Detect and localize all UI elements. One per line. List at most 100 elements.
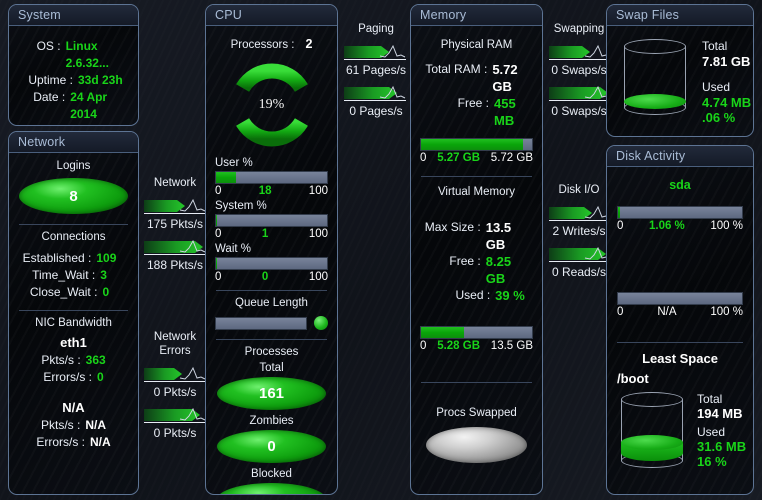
network-errors-meter-column: Network Errors 0 Pkts/s 0 Pkts/s — [144, 330, 206, 440]
meter-label: 0 Pkts/s — [153, 426, 197, 440]
least-total-label: Total — [697, 392, 723, 406]
nic-name: N/A — [62, 400, 85, 415]
least-space-body: Total 194 MB Used 31.6 MB 16 % — [607, 386, 753, 469]
meter-graph — [344, 44, 406, 60]
least-used-label: Used — [697, 425, 726, 439]
disk-bar-scale: 0 1.06 % 100 % — [617, 220, 743, 232]
memory-row-value: 455 MB — [493, 96, 516, 128]
physical-ram-label: Physical RAM — [440, 39, 513, 51]
cylinder-top — [621, 392, 683, 407]
cpu-bar-label: User % — [215, 157, 253, 169]
cpu-bar — [215, 257, 328, 270]
panel-swap-files-title: Swap Files — [607, 5, 753, 26]
process-stat-label: Zombies — [249, 415, 294, 427]
connections-label: Connections — [41, 231, 106, 243]
meter — [549, 40, 611, 64]
memory-row: Free : 455 MB — [417, 95, 536, 129]
disk-io-title: Disk I/O — [558, 184, 600, 196]
panel-network-title: Network — [9, 132, 138, 153]
memory-row-key: Max Size : — [424, 220, 481, 234]
network-meter-list: 175 Pkts/s 188 Pkts/s — [144, 194, 206, 272]
scale-min: 0 — [420, 340, 427, 352]
cpu-bar-scale: 0 18 100 — [215, 185, 328, 197]
panel-cpu-title: CPU — [206, 5, 337, 26]
panel-system-title: System — [9, 5, 138, 26]
process-stat-label: Total — [259, 362, 284, 374]
panel-swap-files[interactable]: Swap Files Total 7.81 GB Used 4.74 MB .0… — [606, 4, 754, 137]
physical-ram-bar-fill — [421, 139, 524, 150]
meter-arrow — [144, 368, 182, 380]
cpu-bar-scale: 0 1 100 — [215, 228, 328, 240]
cpu-bar-group: System % 0 1 100 — [215, 200, 328, 240]
panel-cpu[interactable]: CPU Processors : 2 19% User % 0 18 100 S… — [205, 4, 338, 495]
meter-graph — [549, 44, 611, 60]
connection-value: 0 — [102, 285, 110, 299]
divider — [216, 339, 327, 340]
virtual-memory-scale: 0 5.28 GB 13.5 GB — [420, 340, 533, 352]
connection-row: Time_Wait : 3 — [9, 267, 130, 284]
least-space-readout: Total 194 MB Used 31.6 MB 16 % — [697, 392, 746, 469]
system-row-value: Linux 2.6.32... — [65, 39, 109, 70]
procs-swapped-label: Procs Swapped — [436, 407, 517, 419]
divider — [421, 176, 532, 177]
memory-row: Free : 8.25 GB — [419, 253, 534, 287]
meter — [144, 235, 206, 259]
memory-row-value: 8.25 GB — [485, 254, 512, 286]
nic-errors-label: Errors/s : — [36, 435, 85, 449]
scale-mid: 18 — [258, 185, 272, 197]
disk-io-meter-column: Disk I/O 2 Writes/s 0 Reads/s — [549, 183, 611, 279]
meter-arrow — [549, 46, 590, 58]
connection-row: Established : 109 — [9, 250, 130, 267]
process-stat: Zombies 0 — [217, 415, 326, 463]
queue-length-indicator-led — [314, 316, 328, 330]
panel-disk-activity[interactable]: Disk Activity sda 0 1.06 % 100 % 0 N/A 1… — [606, 145, 754, 495]
least-total-value: 194 MB — [697, 406, 743, 421]
panel-disk-activity-body: sda 0 1.06 % 100 % 0 N/A 100 % Least Spa… — [607, 178, 753, 494]
scale-min: 0 — [617, 306, 624, 318]
virtual-memory-info: Max Size : 13.5 GB Free : 8.25 GB Used :… — [411, 219, 542, 304]
meter-label: 0 Pkts/s — [153, 385, 197, 399]
nic-pkts-row: Pkts/s : N/A — [9, 417, 138, 434]
meter — [344, 81, 408, 105]
network-meter-column: Network 175 Pkts/s 188 Pkts/s — [144, 176, 206, 272]
procs-swapped-indicator — [426, 427, 527, 463]
connection-value: 109 — [96, 251, 117, 265]
least-space-title: Least Space — [642, 351, 718, 366]
memory-row-value: 13.5 GB — [485, 220, 512, 252]
cpu-bar — [215, 171, 328, 184]
nic-errors-row: Errors/s : N/A — [9, 434, 138, 451]
memory-row-key: Total RAM : — [425, 62, 488, 76]
nic-pkts-label: Pkts/s : — [41, 353, 81, 367]
scale-max: 100 — [308, 271, 328, 283]
meter — [144, 403, 206, 427]
panel-system[interactable]: System OS : Linux 2.6.32... Uptime : 33d… — [8, 4, 139, 126]
physical-ram-scale: 0 5.27 GB 5.72 GB — [420, 152, 533, 164]
meter-graph — [344, 85, 406, 101]
panel-memory-body: Physical RAM Total RAM : 5.72 GB Free : … — [411, 39, 542, 494]
system-row-key: Time : — [9, 123, 62, 125]
divider — [19, 224, 128, 225]
meter-graph — [549, 205, 611, 221]
scale-max: 5.72 GB — [490, 152, 533, 164]
panel-cpu-body: Processors : 2 19% User % 0 18 100 Syste… — [206, 37, 337, 494]
paging-meter-column: Paging 61 Pages/s 0 Pages/s — [344, 22, 408, 118]
system-row-key: Uptime : — [28, 73, 73, 87]
physical-ram-bar-wrap: 0 5.27 GB 5.72 GB — [411, 138, 542, 164]
panel-network[interactable]: Network Logins 8 Connections Established… — [8, 131, 139, 495]
memory-row-key: Used : — [455, 288, 491, 302]
connection-key: Established : — [22, 251, 92, 265]
nic-pkts-value: N/A — [85, 418, 106, 432]
swap-used-percent: .06 % — [702, 110, 736, 125]
nic-pkts-label: Pkts/s : — [40, 418, 81, 432]
process-stat: Total 161 — [217, 362, 326, 410]
meter — [144, 194, 206, 218]
scale-mid: 1 — [261, 228, 269, 240]
swap-total-value: 7.81 GB — [702, 54, 751, 69]
system-row-value: 33d 23h — [78, 73, 123, 87]
cpu-bar-label: Wait % — [215, 243, 251, 255]
panel-disk-activity-title: Disk Activity — [607, 146, 753, 167]
system-row-key: OS : — [36, 39, 61, 53]
queue-length-row — [206, 316, 337, 330]
panel-memory[interactable]: Memory Physical RAM Total RAM : 5.72 GB … — [410, 4, 543, 495]
paging-title: Paging — [358, 23, 394, 35]
